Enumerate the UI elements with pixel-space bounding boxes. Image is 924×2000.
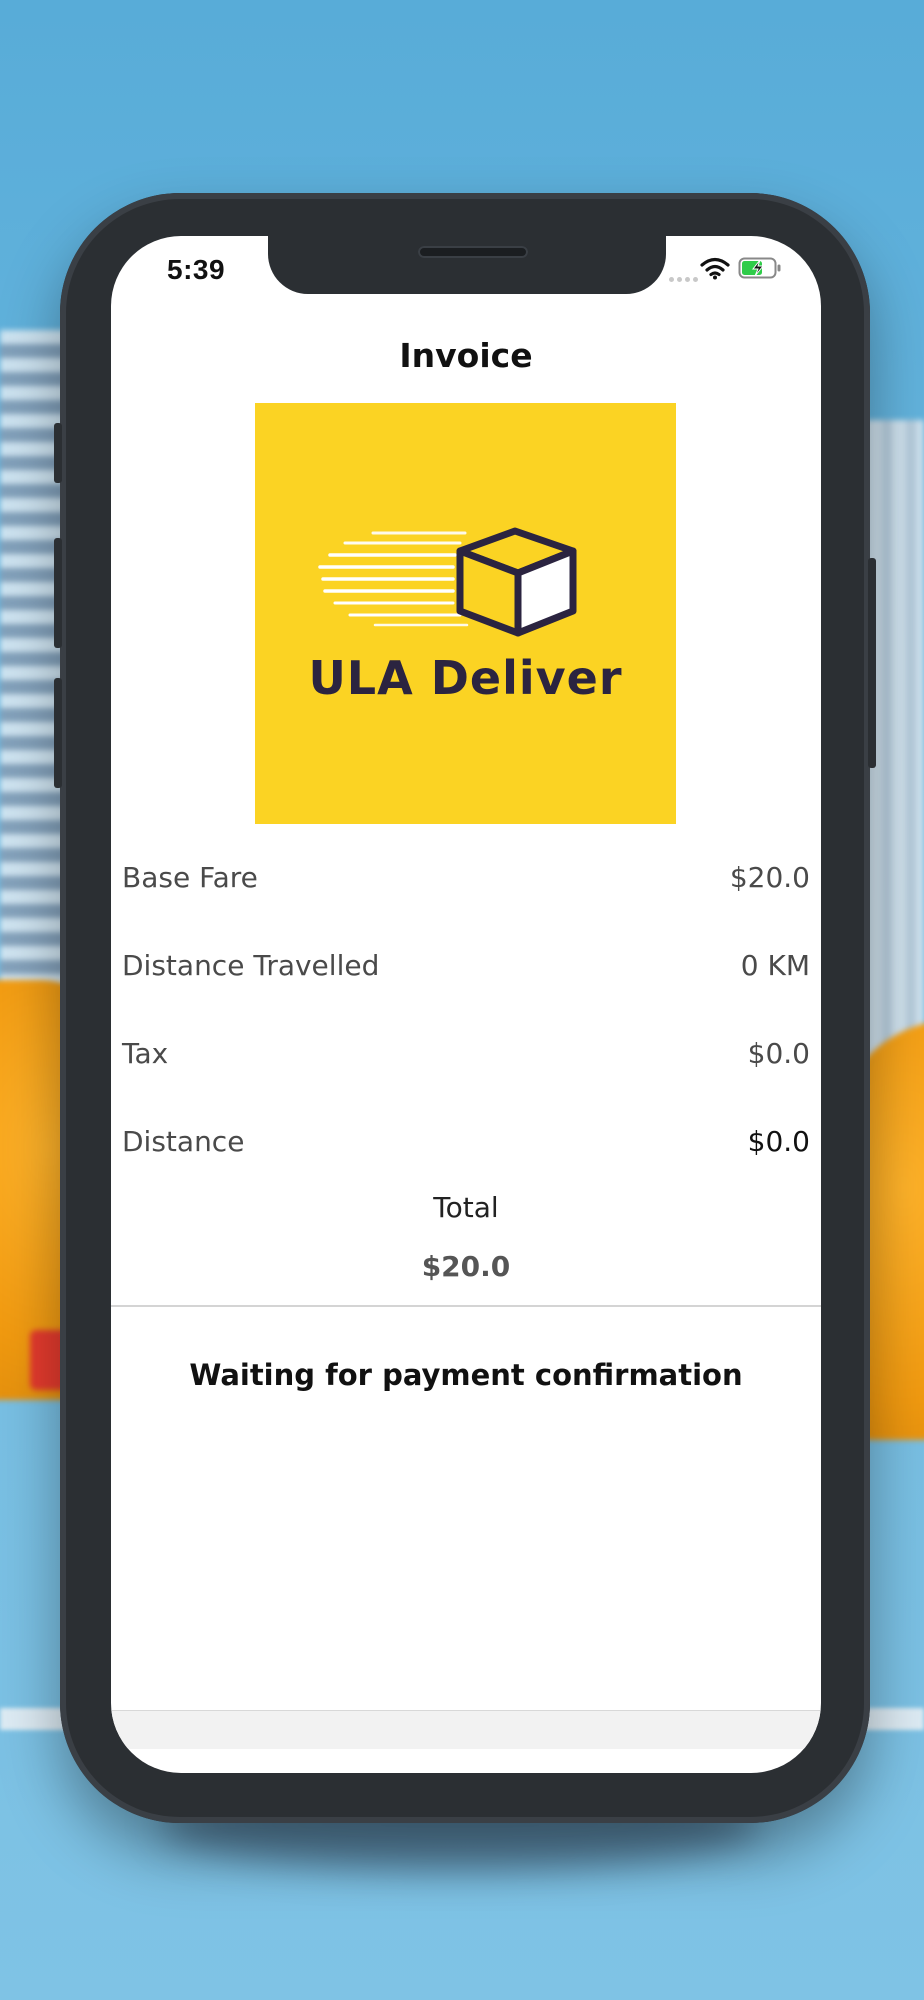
- wifi-icon: [700, 257, 730, 280]
- total-label: Total: [433, 1191, 499, 1224]
- invoice-row-tax: Tax $0.0: [122, 1037, 810, 1077]
- invoice-row-base-fare: Base Fare $20.0: [122, 861, 810, 901]
- row-value: $20.0: [729, 861, 810, 894]
- row-value: 0 KM: [740, 949, 810, 982]
- phone-volume-down-button: [54, 678, 62, 788]
- row-label: Tax: [122, 1037, 169, 1070]
- marketing-background: 5:39 Invoice ULA Deliver Base Fare $20.0…: [0, 0, 924, 2000]
- row-value: $0.0: [747, 1037, 810, 1070]
- page-title: Invoice: [399, 336, 533, 375]
- phone-silent-switch: [54, 423, 62, 483]
- battery-charging-icon: [738, 257, 781, 279]
- bottom-bar: [111, 1710, 821, 1749]
- phone-notch: [268, 236, 666, 294]
- app-logo: ULA Deliver: [255, 403, 676, 824]
- payment-status-message: Waiting for payment confirmation: [189, 1358, 743, 1392]
- cellular-signal-icon: [669, 267, 701, 286]
- phone-frame: 5:39 Invoice ULA Deliver Base Fare $20.0…: [54, 193, 876, 1823]
- status-time: 5:39: [167, 254, 226, 285]
- total-value: $20.0: [421, 1250, 511, 1283]
- phone-speaker: [418, 246, 528, 258]
- row-label: Distance Travelled: [122, 949, 380, 982]
- divider: [111, 1305, 821, 1307]
- phone-volume-up-button: [54, 538, 62, 648]
- row-label: Distance: [122, 1125, 245, 1158]
- logo-wordmark: ULA Deliver: [308, 651, 623, 705]
- phone-power-button: [868, 558, 876, 768]
- row-label: Base Fare: [122, 861, 258, 894]
- phone-screen: 5:39 Invoice ULA Deliver Base Fare $20.0…: [111, 236, 821, 1773]
- row-value: $0.0: [747, 1125, 810, 1158]
- delivery-box-icon: [318, 527, 577, 637]
- invoice-row-distance-travelled: Distance Travelled 0 KM: [122, 949, 810, 989]
- invoice-row-distance: Distance $0.0: [122, 1125, 810, 1165]
